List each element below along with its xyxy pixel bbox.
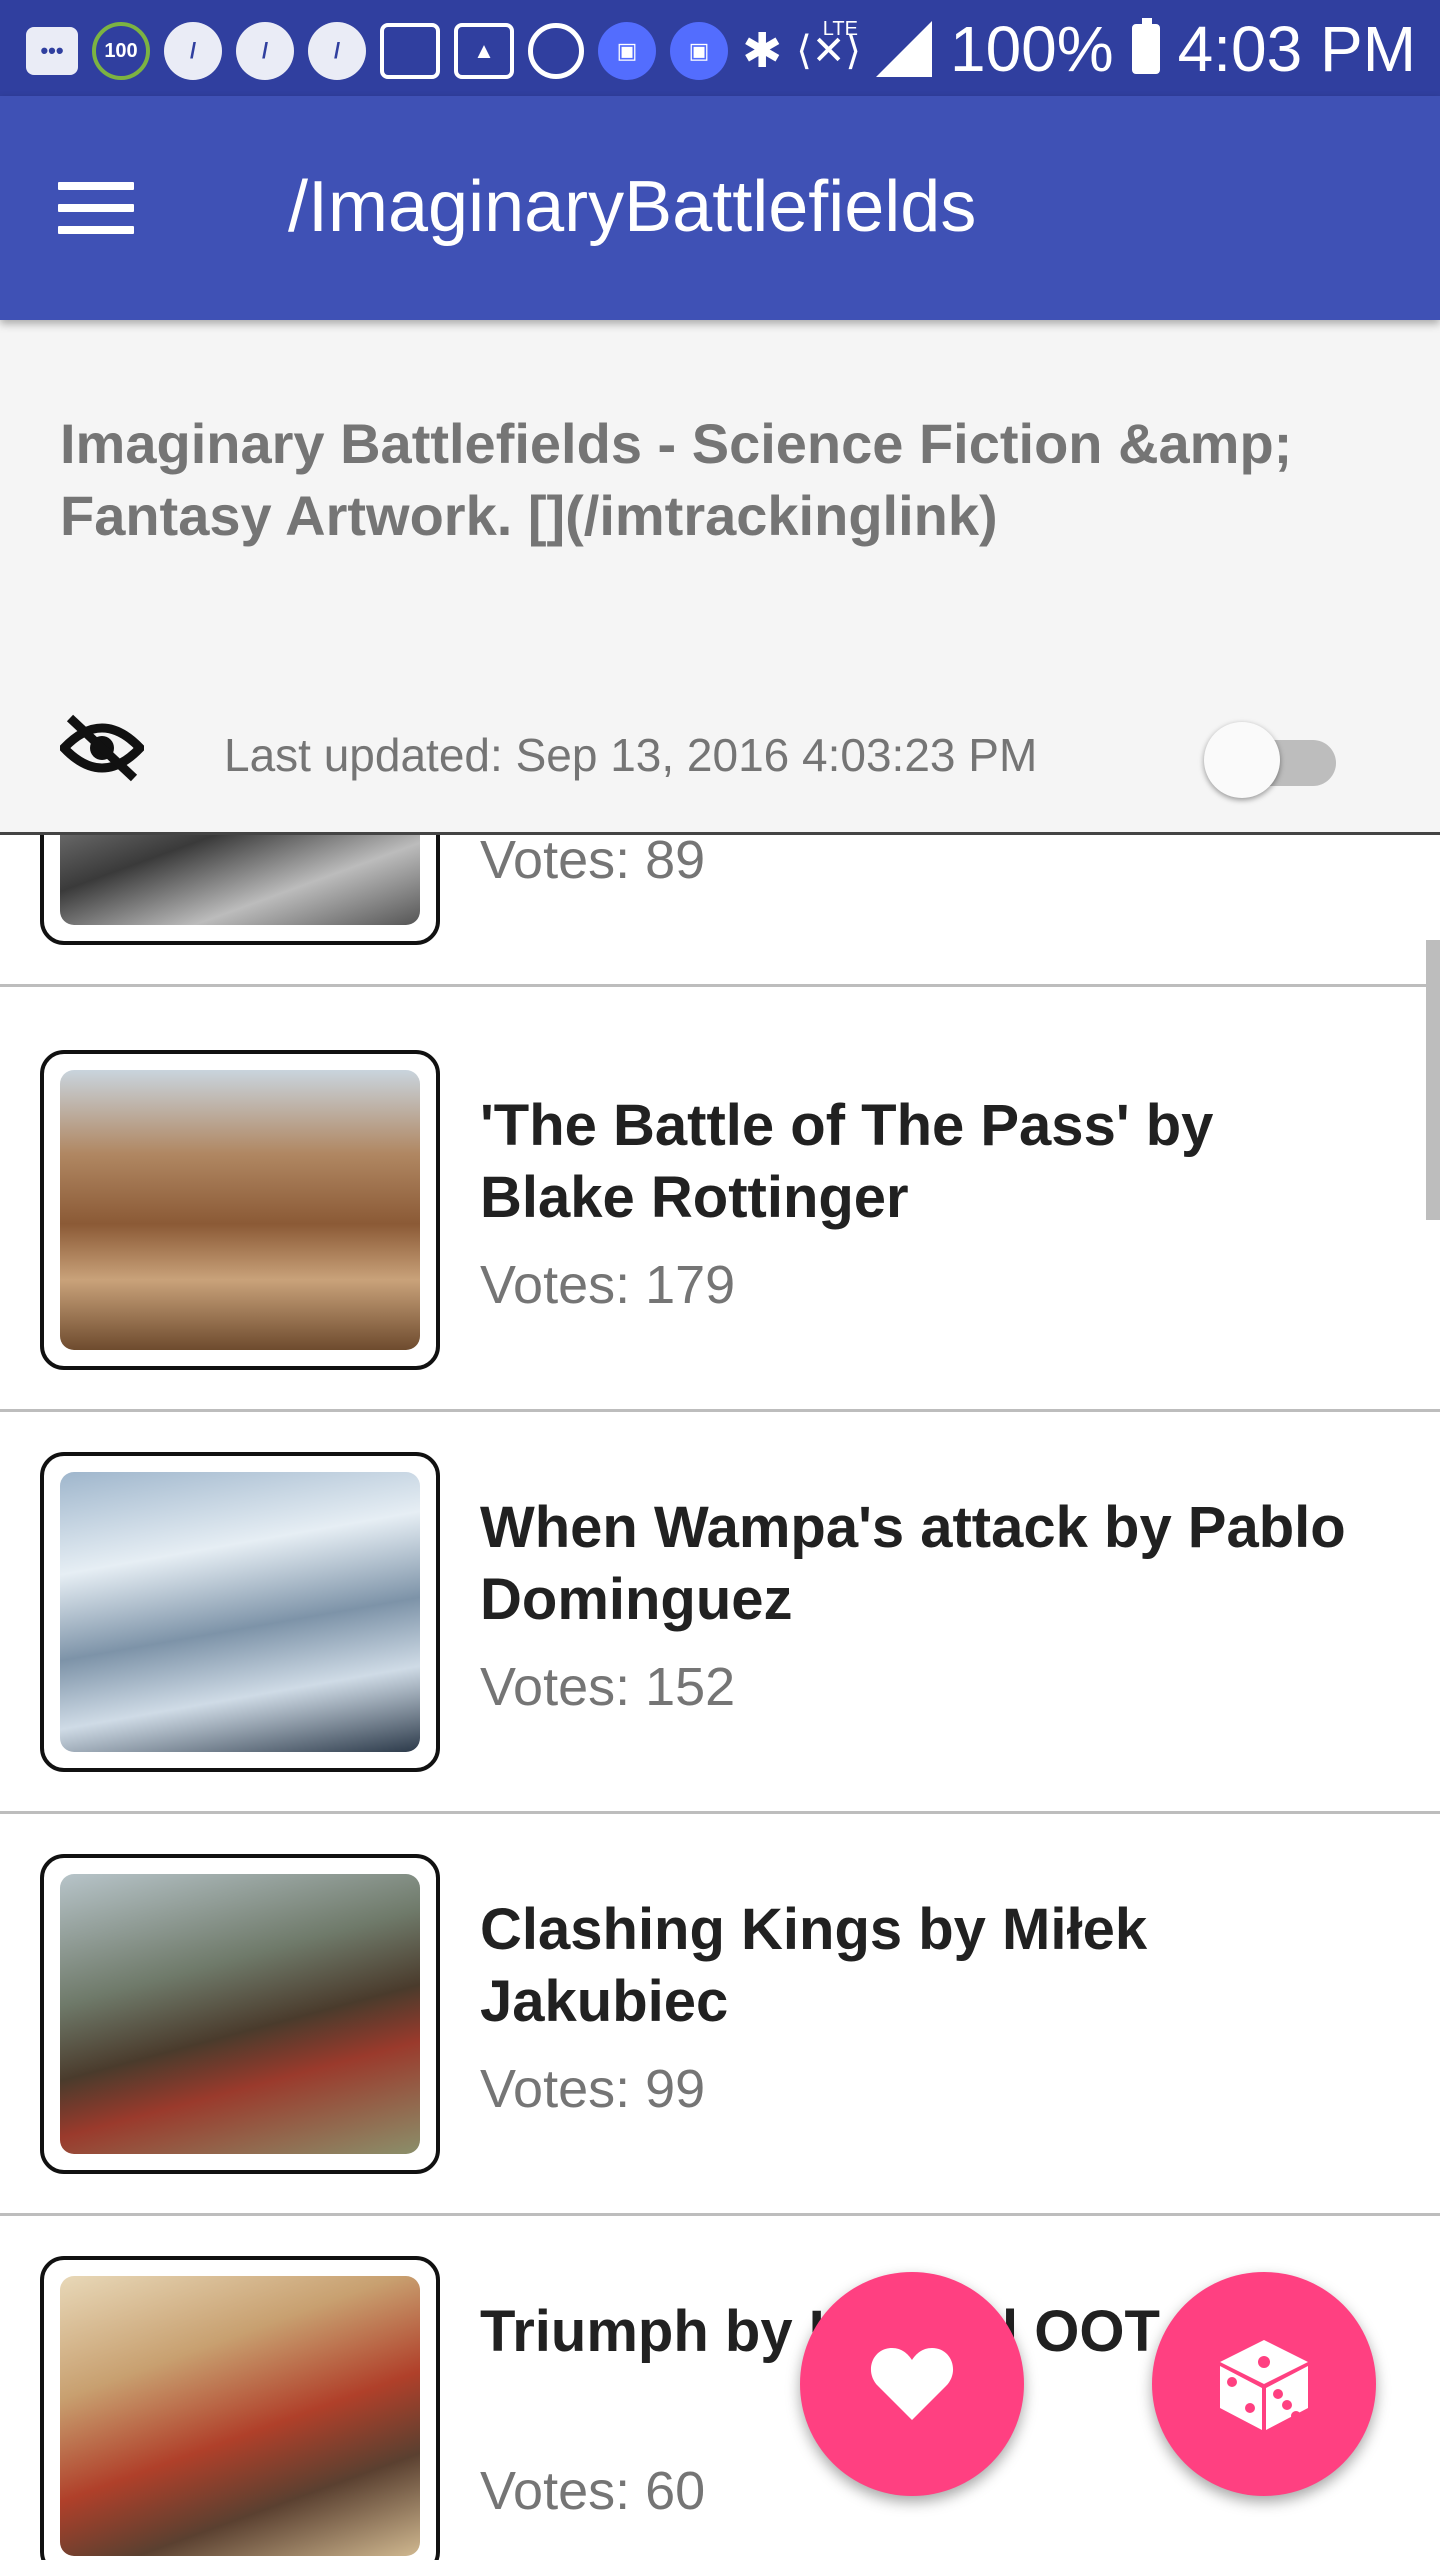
app-icon: / xyxy=(164,22,222,80)
last-updated-text: Last updated: Sep 13, 2016 4:03:23 PM xyxy=(224,729,1038,781)
status-right: LTE 100% 4:03 PM xyxy=(823,12,1416,86)
post-votes: Votes: 99 xyxy=(480,2059,706,2119)
app-icon: / xyxy=(236,22,294,80)
app-icon: / xyxy=(308,22,366,80)
post-votes: Votes: 89 xyxy=(480,835,706,890)
post-votes: Votes: 60 xyxy=(480,2461,706,2521)
post-votes: Votes: 152 xyxy=(480,1657,736,1717)
gauge-100-icon: 100 xyxy=(92,22,150,80)
status-bar: ••• 100 / / / ▲ ▣ ▣ ✱ ⟨✕⟩ LTE 100% 4:03 … xyxy=(0,0,1440,96)
post-title: 'The Battle of The Pass' by Blake Rottin… xyxy=(480,1093,1214,1230)
favorite-button[interactable] xyxy=(800,2272,1024,2496)
eye-off-icon[interactable] xyxy=(60,712,144,784)
post-thumbnail[interactable] xyxy=(40,835,440,945)
notification-icons: ••• 100 / / / ▲ ▣ ▣ ✱ ⟨✕⟩ xyxy=(26,22,861,80)
random-button[interactable] xyxy=(1152,2272,1376,2496)
gauge-label: 100 xyxy=(104,39,138,62)
bluetooth-icon: ✱ xyxy=(742,25,783,78)
post-title: When Wampa's attack by Pablo Dominguez xyxy=(480,1495,1346,1632)
app-bar: /ImaginaryBattlefields xyxy=(0,96,1440,320)
list-item[interactable]: When Wampa's attack by Pablo Dominguez V… xyxy=(0,1412,1440,1814)
chat-icon: ••• xyxy=(26,27,78,75)
android-icon: ▣ xyxy=(670,22,728,80)
subreddit-description: Imaginary Battlefields - Science Fiction… xyxy=(60,412,1293,547)
android-icon: ▣ xyxy=(598,22,656,80)
post-thumbnail[interactable] xyxy=(40,1050,440,1370)
post-title: Clashing Kings by Miłek Jakubiec xyxy=(480,1897,1148,2034)
network-type: LTE xyxy=(822,17,858,40)
sync-icon xyxy=(528,23,584,79)
post-thumbnail[interactable] xyxy=(40,2256,440,2560)
nsfw-toggle[interactable] xyxy=(1204,722,1336,798)
list-item[interactable]: 'The Battle of The Pass' by Blake Rottin… xyxy=(0,1010,1440,1412)
gallery-icon: ▲ xyxy=(454,23,514,79)
battery-percent: 100% xyxy=(949,13,1114,85)
clock: 4:03 PM xyxy=(1177,13,1416,85)
list-item[interactable]: Clashing Kings by Miłek Jakubiec Votes: … xyxy=(0,1814,1440,2216)
post-thumbnail[interactable] xyxy=(40,1452,440,1772)
signal-icon xyxy=(875,21,932,77)
app-title: /ImaginaryBattlefields xyxy=(288,167,977,247)
scrollbar[interactable] xyxy=(1426,940,1440,1220)
list-item[interactable]: Votes: 89 xyxy=(0,835,1440,987)
heart-icon xyxy=(870,2348,954,2420)
post-thumbnail[interactable] xyxy=(40,1854,440,2174)
subreddit-header: Imaginary Battlefields - Science Fiction… xyxy=(0,320,1440,835)
dice-icon xyxy=(1220,2340,1308,2430)
battery-icon xyxy=(1131,18,1160,74)
post-votes: Votes: 179 xyxy=(480,1255,736,1315)
hamburger-menu-icon[interactable] xyxy=(58,182,134,238)
cleaner-icon xyxy=(380,23,440,79)
